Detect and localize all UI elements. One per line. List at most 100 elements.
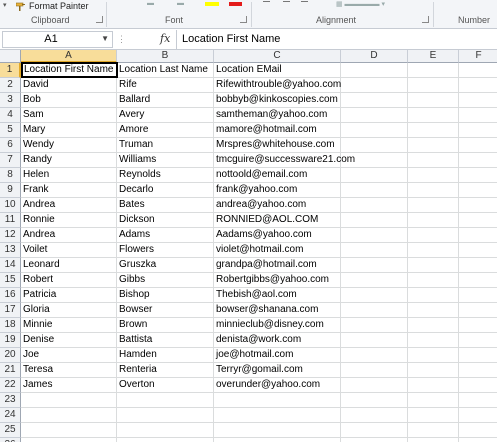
table-cell[interactable]: frank@yahoo.com [214,183,341,198]
table-cell[interactable]: Mrspres@whitehouse.com [214,138,341,153]
row-header[interactable]: 21 [0,363,21,378]
column-header-b[interactable]: B [117,50,214,63]
row-header[interactable]: 7 [0,153,21,168]
table-cell[interactable] [408,228,459,243]
table-cell[interactable] [459,303,497,318]
row-header[interactable]: 26 [0,438,21,442]
table-cell[interactable] [341,63,408,78]
table-cell[interactable]: tmcguire@successware21.com [214,153,355,168]
table-cell[interactable]: Gibbs [117,273,214,288]
table-cell[interactable] [341,408,408,423]
table-cell[interactable]: Flowers [117,243,214,258]
table-cell[interactable]: Teresa [21,363,117,378]
row-header[interactable]: 4 [0,108,21,123]
clipboard-launcher-icon[interactable] [96,16,103,23]
table-cell[interactable]: Rife [117,78,214,93]
table-cell[interactable] [341,93,408,108]
table-cell[interactable] [408,213,459,228]
table-cell[interactable] [408,318,459,333]
table-cell[interactable] [459,168,497,183]
table-cell[interactable] [459,318,497,333]
table-cell[interactable] [408,153,459,168]
table-cell[interactable]: Robertgibbs@yahoo.com [214,273,341,288]
table-cell[interactable] [459,78,497,93]
table-cell[interactable] [341,213,408,228]
table-cell[interactable]: Brown [117,318,214,333]
table-cell[interactable]: Joe [21,348,117,363]
table-cell[interactable] [459,93,497,108]
table-cell[interactable]: RONNIED@AOL.COM [214,213,341,228]
table-cell[interactable]: nottoold@email.com [214,168,341,183]
underline-icon[interactable]: ▬ [177,0,184,7]
table-cell[interactable] [408,438,459,442]
table-cell[interactable]: Thebish@aol.com [214,288,341,303]
table-cell[interactable] [459,408,497,423]
table-cell[interactable]: violet@hotmail.com [214,243,341,258]
row-header[interactable]: 16 [0,288,21,303]
row-header[interactable]: 12 [0,228,21,243]
table-cell[interactable] [459,183,497,198]
table-cell[interactable] [459,108,497,123]
table-cell[interactable]: mamore@hotmail.com [214,123,341,138]
table-cell[interactable]: minnieclub@disney.com [214,318,341,333]
table-cell[interactable] [341,78,408,93]
table-cell[interactable]: Renteria [117,363,214,378]
active-cell[interactable]: Location First Name [21,62,118,78]
column-header-d[interactable]: D [341,50,408,63]
table-cell[interactable] [341,363,408,378]
table-cell[interactable] [408,183,459,198]
table-cell[interactable] [408,168,459,183]
table-cell[interactable] [459,228,497,243]
table-cell[interactable]: Denise [21,333,117,348]
table-cell[interactable] [459,138,497,153]
table-cell[interactable]: Adams [117,228,214,243]
table-cell[interactable] [341,168,408,183]
table-cell[interactable]: Truman [117,138,214,153]
font-color-swatch[interactable] [229,2,242,6]
table-cell[interactable] [459,378,497,393]
row-header[interactable]: 18 [0,318,21,333]
table-cell[interactable]: Ronnie [21,213,117,228]
table-cell[interactable] [459,273,497,288]
table-cell[interactable]: Bishop [117,288,214,303]
table-cell[interactable]: Patricia [21,288,117,303]
table-cell[interactable]: Gloria [21,303,117,318]
row-header[interactable]: 6 [0,138,21,153]
table-cell[interactable]: Rifewithtrouble@yahoo.com [214,78,341,93]
row-header[interactable]: 22 [0,378,21,393]
table-cell[interactable] [459,348,497,363]
table-cell[interactable] [408,303,459,318]
table-cell[interactable] [341,183,408,198]
table-cell[interactable] [341,348,408,363]
chevron-down-icon[interactable]: ▼ [101,34,109,43]
table-cell[interactable] [117,438,214,442]
table-cell[interactable] [408,108,459,123]
column-header-e[interactable]: E [408,50,459,63]
table-cell[interactable] [341,228,408,243]
table-cell[interactable] [21,393,117,408]
table-cell[interactable]: Decarlo [117,183,214,198]
row-header[interactable]: 13 [0,243,21,258]
table-cell[interactable]: Overton [117,378,214,393]
table-cell[interactable] [341,438,408,442]
font-launcher-icon[interactable] [240,16,247,23]
align-center-icon[interactable] [283,1,290,2]
column-header-c[interactable]: C [214,50,341,63]
row-header[interactable]: 23 [0,393,21,408]
column-header-f[interactable]: F [459,50,497,63]
table-cell[interactable] [459,63,497,78]
table-cell[interactable]: Leonard [21,258,117,273]
alignment-launcher-icon[interactable] [422,16,429,23]
table-cell[interactable] [459,258,497,273]
table-cell[interactable]: Location Last Name [117,63,214,78]
table-cell[interactable] [459,393,497,408]
row-header[interactable]: 9 [0,183,21,198]
table-cell[interactable] [341,138,408,153]
table-cell[interactable]: overunder@yahoo.com [214,378,341,393]
spreadsheet-grid[interactable]: A B C D E F 1 Location First Name Location Last … [0,50,497,442]
row-header[interactable]: 19 [0,333,21,348]
table-cell[interactable] [214,423,341,438]
table-cell[interactable]: Andrea [21,198,117,213]
table-cell[interactable] [408,258,459,273]
table-cell[interactable] [459,363,497,378]
